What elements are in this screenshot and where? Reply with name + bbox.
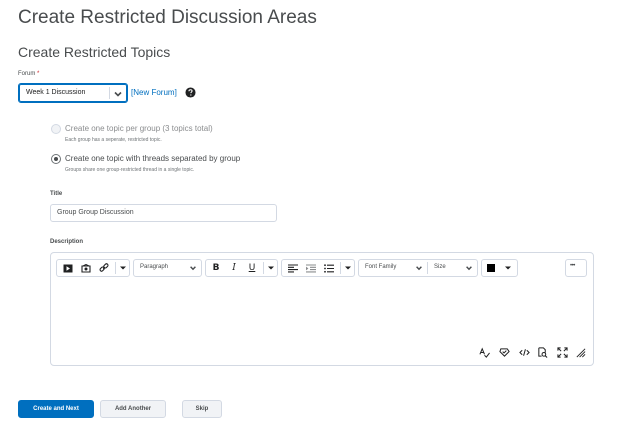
description-label: Description bbox=[50, 239, 84, 245]
insert-link-button[interactable] bbox=[96, 260, 112, 276]
resize-handle-icon[interactable] bbox=[575, 347, 586, 358]
italic-button[interactable]: I bbox=[226, 260, 242, 276]
text-color-picker[interactable] bbox=[481, 259, 518, 277]
create-and-next-button[interactable]: Create and Next bbox=[18, 400, 94, 418]
toolbar-alignment-group bbox=[281, 259, 355, 277]
radio-topic-per-group-label: Create one topic per group (3 topics tot… bbox=[65, 124, 213, 133]
more-actions-button[interactable]: ••• bbox=[565, 259, 587, 277]
source-code-icon[interactable] bbox=[519, 347, 530, 358]
add-another-button[interactable]: Add Another bbox=[100, 400, 166, 418]
forum-select-value: Week 1 Discussion bbox=[26, 89, 86, 96]
radio-threads-by-group-label: Create one topic with threads separated … bbox=[65, 154, 241, 163]
toolbar-separator bbox=[427, 262, 428, 274]
chevron-down-icon[interactable] bbox=[465, 264, 473, 272]
accessibility-check-icon[interactable] bbox=[499, 347, 510, 358]
spellcheck-icon[interactable] bbox=[479, 347, 490, 358]
new-forum-link[interactable]: [New Forum] bbox=[131, 88, 177, 97]
forum-label: Forum * bbox=[18, 71, 39, 77]
indent-button[interactable] bbox=[303, 260, 319, 276]
alignment-more-dropdown[interactable] bbox=[341, 260, 355, 276]
font-family-value[interactable]: Font Family bbox=[365, 264, 396, 270]
paragraph-format-select[interactable]: Paragraph bbox=[133, 259, 202, 277]
page-title: Create Restricted Discussion Areas bbox=[18, 7, 317, 28]
title-input[interactable]: Group Group Discussion bbox=[50, 204, 277, 222]
bullet-list-icon bbox=[324, 263, 334, 273]
bold-button[interactable]: B bbox=[208, 260, 224, 276]
preview-icon[interactable] bbox=[537, 347, 548, 358]
text-color-swatch bbox=[487, 264, 495, 272]
forum-label-text: Forum bbox=[18, 71, 36, 77]
align-left-icon bbox=[288, 263, 298, 272]
radio-topic-per-group-help: Each group has a seperate, restricted to… bbox=[65, 137, 162, 143]
caret-down-icon bbox=[345, 266, 351, 270]
required-mark: * bbox=[37, 71, 40, 77]
title-label: Title bbox=[50, 191, 63, 197]
fullscreen-icon[interactable] bbox=[557, 347, 568, 358]
caret-down-icon bbox=[268, 266, 274, 270]
caret-down-icon bbox=[505, 266, 511, 270]
toolbar-text-style-group: B I U bbox=[205, 259, 278, 277]
bullet-list-button[interactable] bbox=[321, 260, 337, 276]
indent-icon bbox=[306, 263, 316, 272]
align-left-button[interactable] bbox=[285, 260, 301, 276]
forum-select[interactable]: Week 1 Discussion bbox=[18, 83, 128, 103]
caret-down-icon bbox=[120, 266, 126, 270]
insert-stuff-button[interactable] bbox=[78, 260, 94, 276]
chevron-down-icon bbox=[190, 266, 196, 271]
more-icon: ••• bbox=[570, 263, 575, 269]
paragraph-format-value: Paragraph bbox=[140, 264, 169, 270]
insert-stuff-icon bbox=[81, 263, 91, 273]
radio-threads-by-group[interactable] bbox=[51, 154, 61, 164]
underline-button[interactable]: U bbox=[244, 260, 260, 276]
radio-topic-per-group[interactable] bbox=[51, 124, 61, 134]
skip-button[interactable]: Skip bbox=[182, 400, 222, 418]
description-editor[interactable]: Paragraph B I U Font Family Size ••• bbox=[50, 252, 594, 366]
toolbar-font-group: Font Family Size bbox=[358, 259, 478, 277]
radio-threads-by-group-help: Groups share one group-restricted thread… bbox=[65, 167, 195, 173]
help-icon[interactable] bbox=[185, 87, 196, 98]
insert-more-dropdown[interactable] bbox=[116, 260, 130, 276]
toolbar-insert-group bbox=[56, 259, 130, 277]
section-title: Create Restricted Topics bbox=[18, 44, 171, 60]
chevron-down-icon[interactable] bbox=[415, 264, 423, 272]
insert-media-button[interactable] bbox=[60, 260, 76, 276]
video-icon bbox=[63, 264, 73, 272]
text-style-more-dropdown[interactable] bbox=[264, 260, 278, 276]
font-size-value[interactable]: Size bbox=[434, 264, 446, 270]
forum-select-divider bbox=[109, 87, 110, 99]
chevron-down-icon bbox=[114, 91, 122, 97]
link-icon bbox=[99, 263, 109, 272]
